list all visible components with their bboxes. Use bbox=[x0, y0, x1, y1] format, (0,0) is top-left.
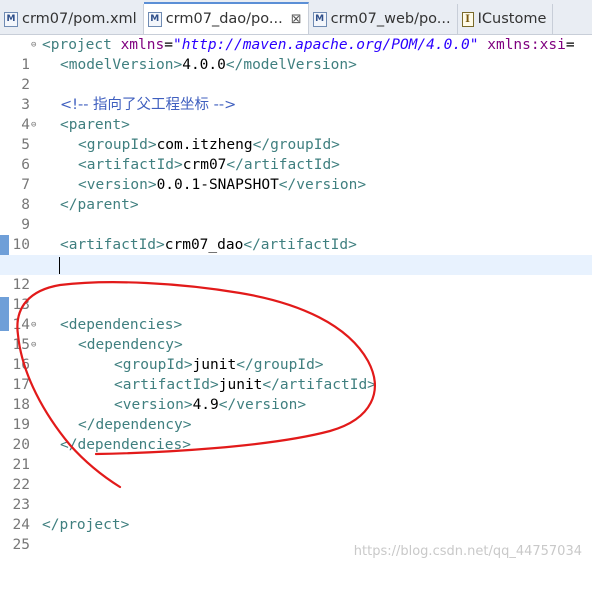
maven-file-icon: M bbox=[147, 11, 162, 27]
text-caret bbox=[59, 256, 60, 274]
code-line: 19 <version>4.9</version> bbox=[0, 395, 592, 433]
tab-crm07-dao-pom[interactable]: M crm07_dao/po... ⊠ bbox=[143, 2, 309, 34]
tab-label: crm07_web/po... bbox=[330, 11, 451, 27]
tab-label: crm07_dao/po... bbox=[165, 11, 283, 27]
code-line: 2 <modelVersion>4.0.0</modelVersion> bbox=[0, 55, 592, 93]
fold-toggle-icon[interactable]: ⊖ bbox=[31, 35, 39, 55]
fold-toggle-icon[interactable]: ⊖ bbox=[31, 315, 39, 335]
code-line: 25 </project> bbox=[0, 515, 592, 553]
code-line: 21 </dependencies> bbox=[0, 435, 592, 473]
code-line: 23 bbox=[0, 475, 592, 513]
code-line: 1 ⊖ <project xmlns="http://maven.apache.… bbox=[0, 35, 592, 73]
editor-tab-bar: M crm07/pom.xml M crm07_dao/po... ⊠ M cr… bbox=[0, 0, 592, 35]
current-line[interactable]: 12 bbox=[0, 255, 592, 293]
tab-crm07-web-pom[interactable]: M crm07_web/po... bbox=[308, 4, 458, 34]
xml-editor[interactable]: 1 ⊖ <project xmlns="http://maven.apache.… bbox=[0, 35, 592, 571]
code-line: 20 </dependency> bbox=[0, 415, 592, 453]
watermark: https://blog.csdn.net/qq_44757034 bbox=[353, 544, 582, 559]
code-line: 11 <artifactId>crm07_dao</artifactId> bbox=[0, 235, 592, 273]
maven-file-icon: M bbox=[312, 11, 327, 27]
close-tab-icon[interactable]: ⊠ bbox=[291, 12, 302, 27]
code-line: 6 <groupId>com.itzheng</groupId> bbox=[0, 135, 592, 173]
code-line: 14 bbox=[0, 295, 592, 333]
java-interface-icon: I bbox=[461, 11, 474, 27]
code-line: 5 ⊖ <parent> bbox=[0, 115, 592, 153]
fold-toggle-icon[interactable]: ⊖ bbox=[31, 115, 39, 135]
code-line: 22 bbox=[0, 455, 592, 493]
code-line: 18 <artifactId>junit</artifactId> bbox=[0, 375, 592, 413]
maven-file-icon: M bbox=[4, 11, 18, 27]
tab-label: crm07/pom.xml bbox=[22, 11, 137, 27]
code-line: 17 <groupId>junit</groupId> bbox=[0, 355, 592, 393]
code-line: 9 </parent> bbox=[0, 195, 592, 233]
fold-toggle-icon[interactable]: ⊖ bbox=[31, 335, 39, 355]
tab-icustomer[interactable]: I ICustome bbox=[457, 4, 554, 34]
code-line: 8 <version>0.0.1-SNAPSHOT</version> bbox=[0, 175, 592, 213]
code-line: 3 bbox=[0, 75, 592, 113]
line-number: 25 bbox=[12, 537, 30, 553]
code-line: 13 bbox=[0, 275, 592, 313]
tab-label: ICustome bbox=[477, 11, 547, 27]
tab-crm07-pom[interactable]: M crm07/pom.xml bbox=[0, 4, 144, 34]
code-line: 16 ⊖ <dependency> bbox=[0, 335, 592, 373]
xml-comment: <!-- 指向了父工程坐标 --> bbox=[60, 97, 237, 113]
code-line: 15 ⊖ <dependencies> bbox=[0, 315, 592, 353]
code-line: 7 <artifactId>crm07</artifactId> bbox=[0, 155, 592, 193]
code-line: 24 bbox=[0, 495, 592, 533]
code-line: 4 <!-- 指向了父工程坐标 --> bbox=[0, 95, 592, 133]
code-line: 10 bbox=[0, 215, 592, 253]
